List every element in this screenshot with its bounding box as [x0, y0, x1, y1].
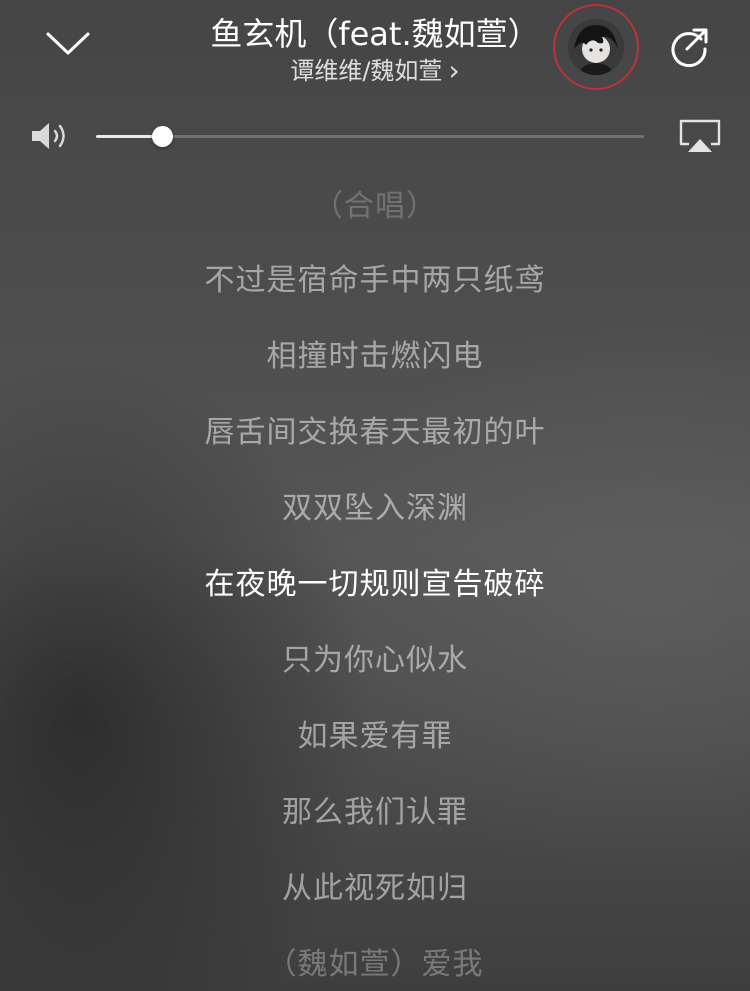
volume-slider-thumb[interactable]	[151, 126, 173, 147]
player-header: 鱼玄机（feat.魏如萱） 谭维维/魏如萱 ›	[0, 0, 750, 105]
share-button[interactable]	[664, 22, 714, 72]
chevron-right-icon: ›	[448, 54, 460, 87]
artist-link[interactable]: 谭维维/魏如萱 ›	[290, 56, 459, 86]
lyric-line: 双双坠入深渊	[282, 491, 468, 526]
lyric-line: 那么我们认罪	[282, 795, 468, 830]
lyric-line: （合唱）	[313, 189, 437, 224]
volume-slider-track[interactable]	[96, 126, 644, 147]
artist-avatar[interactable]	[553, 4, 639, 90]
lyric-line-current: 在夜晚一切规则宣告破碎	[204, 567, 546, 602]
chevron-down-icon	[46, 32, 90, 55]
lyric-line: 唇舌间交换春天最初的叶	[204, 415, 546, 450]
lyric-line: 不过是宿命手中两只纸鸢	[204, 263, 546, 298]
speaker-icon	[32, 123, 65, 149]
airplay-icon[interactable]	[678, 118, 722, 154]
collapse-button[interactable]	[40, 22, 96, 66]
artist-names: 谭维维/魏如萱	[290, 57, 443, 85]
lyric-line: 如果爱有罪	[297, 719, 453, 754]
lyric-line: 相撞时击燃闪电	[266, 339, 484, 374]
lyrics-panel[interactable]: （合唱） 不过是宿命手中两只纸鸢 相撞时击燃闪电 唇舌间交换春天最初的叶 双双坠…	[0, 170, 750, 991]
lyric-line: （魏如萱）爱我	[266, 947, 484, 982]
song-title: 鱼玄机（feat.魏如萱）	[210, 15, 540, 53]
title-block: 鱼玄机（feat.魏如萱） 谭维维/魏如萱 ›	[150, 12, 600, 86]
volume-control	[0, 110, 750, 162]
lyric-line: 只为你心似水	[282, 643, 468, 678]
lyric-line: 从此视死如归	[282, 871, 468, 906]
avatar-image	[568, 19, 624, 75]
share-icon	[671, 28, 708, 68]
